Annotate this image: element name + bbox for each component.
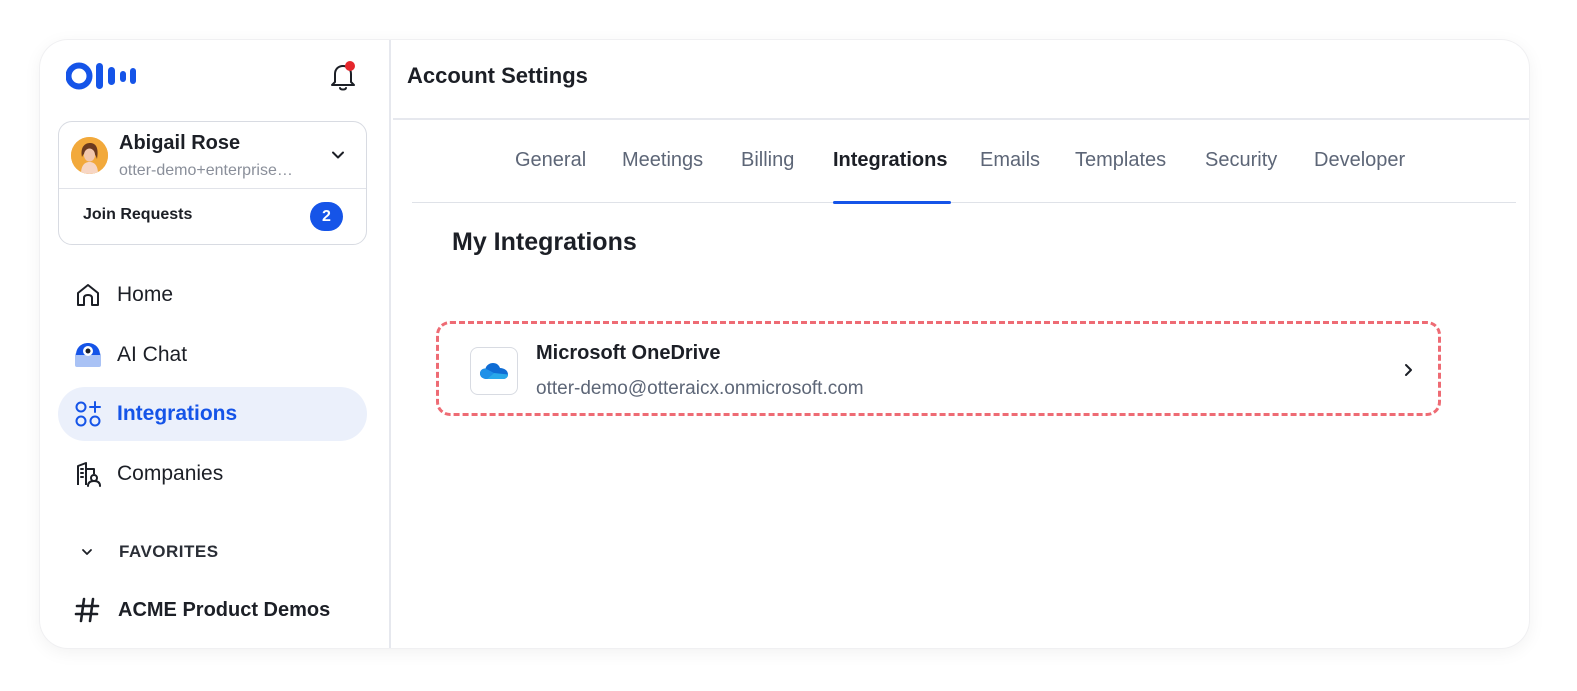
tab-emails[interactable]: Emails xyxy=(980,149,1040,172)
sidebar-item-label: Integrations xyxy=(117,402,238,425)
settings-tabs: General Meetings Billing Integrations Em… xyxy=(412,122,1516,204)
channel-item[interactable]: ACME Product Demos xyxy=(74,595,330,625)
notifications-bell-icon[interactable] xyxy=(328,60,358,92)
hash-icon xyxy=(74,597,100,623)
home-icon xyxy=(77,284,99,306)
favorites-label: FAVORITES xyxy=(119,542,219,561)
page-title: Account Settings xyxy=(407,63,588,88)
tab-security[interactable]: Security xyxy=(1205,149,1277,172)
user-name: Abigail Rose xyxy=(119,132,241,154)
integration-icon-tile xyxy=(470,347,518,395)
chevron-right-icon xyxy=(1405,364,1412,376)
chevron-down-icon xyxy=(332,151,344,159)
favorites-toggle[interactable]: FAVORITES xyxy=(80,539,219,565)
tab-templates[interactable]: Templates xyxy=(1075,149,1166,172)
integration-name: Microsoft OneDrive xyxy=(536,342,721,364)
tab-meetings[interactable]: Meetings xyxy=(622,149,703,172)
section-title: My Integrations xyxy=(452,228,637,256)
account-switcher[interactable]: Abigail Rose otter-demo+enterprise@otter… xyxy=(59,122,366,189)
tab-developer[interactable]: Developer xyxy=(1314,149,1405,172)
sidebar-item-home[interactable]: Home xyxy=(58,268,367,322)
join-requests-row[interactable]: Join Requests 2 xyxy=(59,189,366,244)
account-card: Abigail Rose otter-demo+enterprise@otter… xyxy=(58,121,367,245)
user-email: otter-demo+enterprise@otter.ai xyxy=(119,162,309,179)
sidebar-item-ai-chat[interactable]: AI Chat xyxy=(58,328,367,382)
sidebar-item-label: Companies xyxy=(117,462,224,485)
integrations-icon xyxy=(75,401,101,427)
avatar xyxy=(71,137,108,174)
sidebar-item-integrations[interactable]: Integrations xyxy=(58,387,367,441)
app-window: Abigail Rose otter-demo+enterprise@otter… xyxy=(40,40,1529,648)
sidebar-item-label: Home xyxy=(117,283,174,306)
otter-logo[interactable] xyxy=(66,62,138,90)
join-requests-badge: 2 xyxy=(310,202,343,231)
active-tab-indicator xyxy=(833,201,951,204)
ai-chat-icon xyxy=(75,343,101,367)
integration-account: otter-demo@otteraicx.onmicrosoft.com xyxy=(536,378,864,399)
main-content: Account Settings General Meetings Billin… xyxy=(393,40,1529,648)
onedrive-icon xyxy=(480,363,508,379)
sidebar-item-label: AI Chat xyxy=(117,343,188,366)
companies-icon xyxy=(77,462,101,487)
page-header: Account Settings xyxy=(393,40,1529,120)
integration-card-onedrive[interactable]: Microsoft OneDrive otter-demo@otteraicx.… xyxy=(436,321,1441,416)
chevron-down-icon xyxy=(82,549,92,555)
tab-integrations[interactable]: Integrations xyxy=(833,149,947,172)
join-requests-label: Join Requests xyxy=(83,206,193,223)
sidebar: Abigail Rose otter-demo+enterprise@otter… xyxy=(40,40,391,648)
tab-billing[interactable]: Billing xyxy=(741,149,794,172)
tab-general[interactable]: General xyxy=(515,149,586,172)
channel-label: ACME Product Demos xyxy=(118,598,331,621)
sidebar-item-companies[interactable]: Companies xyxy=(58,447,367,501)
